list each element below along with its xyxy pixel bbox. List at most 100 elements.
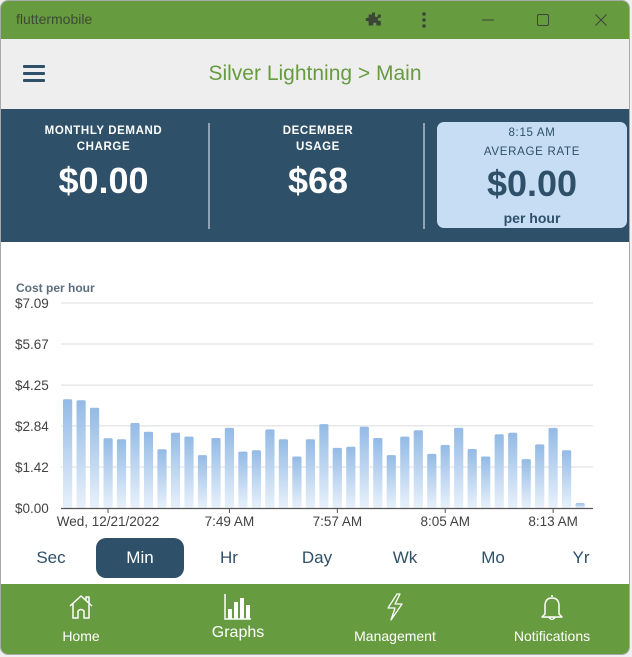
x-tick-label: 8:05 AM: [420, 514, 470, 529]
chart-bar[interactable]: [575, 503, 585, 508]
card-label: MONTHLY DEMAND: [44, 125, 163, 137]
more-options-icon[interactable]: [411, 1, 437, 39]
range-yr[interactable]: Yr: [541, 538, 621, 578]
chart-bar[interactable]: [359, 426, 369, 508]
divider: [208, 123, 210, 229]
y-tick-label: $2.84: [15, 419, 49, 434]
card-label: DECEMBER: [282, 125, 354, 137]
chart-svg: Cost per hour $7.09$5.67$4.25$2.84$1.42$…: [15, 281, 593, 529]
chart-bar[interactable]: [319, 424, 329, 508]
chart-bar[interactable]: [63, 399, 73, 508]
range-mo[interactable]: Mo: [453, 538, 533, 578]
chart-bar[interactable]: [535, 444, 545, 508]
chart-bar[interactable]: [157, 449, 167, 508]
chart-bar[interactable]: [427, 453, 437, 508]
chart-bar[interactable]: [76, 400, 86, 508]
range-sec[interactable]: Sec: [11, 538, 91, 578]
chart-bar[interactable]: [90, 407, 100, 508]
chart-bar[interactable]: [224, 427, 234, 508]
chart-bar[interactable]: [413, 430, 423, 508]
y-tick-label: $4.25: [15, 378, 49, 393]
time-range-selector: Sec Min Hr Day Wk Mo Yr: [1, 538, 629, 578]
card-label: AVERAGE RATE: [483, 146, 581, 158]
x-tick-label: 8:13 AM: [528, 514, 578, 529]
chart-bar[interactable]: [440, 445, 450, 508]
card-value: $68: [287, 160, 349, 201]
y-axis-label: Cost per hour: [16, 281, 95, 295]
lightning-icon: [387, 593, 403, 621]
chart-bar[interactable]: [211, 438, 221, 508]
card-value: $0.00: [58, 160, 149, 201]
nav-graphs[interactable]: Graphs: [178, 584, 298, 654]
card-time: 8:15 AM: [508, 127, 556, 139]
window-titlebar[interactable]: fluttermobile: [1, 1, 629, 39]
chart-bar[interactable]: [103, 438, 113, 508]
range-hr[interactable]: Hr: [189, 538, 269, 578]
monthly-demand-charge-card: MONTHLY DEMAND CHARGE $0.00: [1, 123, 206, 201]
chart-bar[interactable]: [562, 450, 572, 508]
home-icon: [69, 595, 93, 619]
close-icon[interactable]: [584, 1, 618, 39]
nav-label: Graphs: [211, 624, 265, 641]
y-tick-label: $1.42: [15, 460, 49, 475]
summary-panel: MONTHLY DEMAND CHARGE $0.00 DECEMBER USA…: [1, 109, 629, 242]
chart-bar[interactable]: [265, 429, 275, 508]
divider: [423, 123, 425, 229]
x-tick-label: 7:57 AM: [313, 514, 363, 529]
range-day[interactable]: Day: [277, 538, 357, 578]
nav-label: Home: [62, 628, 100, 644]
y-ticks: $7.09 $5.67 $4.25 $2.84 $1.42 $0.00: [15, 296, 49, 516]
chart-bar[interactable]: [197, 455, 208, 508]
summary-curve: [1, 230, 629, 242]
range-wk[interactable]: Wk: [365, 538, 445, 578]
nav-label: Notifications: [513, 628, 591, 644]
chart-bar[interactable]: [143, 431, 154, 508]
x-tick-label: Wed, 12/21/2022: [57, 514, 160, 529]
chart-bar[interactable]: [238, 451, 248, 508]
chart-bar[interactable]: [373, 438, 383, 508]
x-tick-label: 7:49 AM: [205, 514, 255, 529]
chart-bar[interactable]: [481, 456, 491, 509]
nav-label: Management: [354, 628, 436, 644]
window-title: fluttermobile: [16, 11, 93, 27]
chart-bar[interactable]: [494, 434, 504, 508]
chart-bar[interactable]: [467, 449, 477, 508]
chart-bar[interactable]: [521, 459, 531, 508]
chart-bar[interactable]: [170, 432, 181, 508]
bar-chart-icon: [224, 594, 251, 620]
minimize-icon[interactable]: [471, 1, 505, 39]
chart-bar[interactable]: [548, 427, 558, 508]
range-min[interactable]: Min: [96, 538, 184, 578]
chart-bar[interactable]: [454, 427, 464, 508]
chart-bar[interactable]: [386, 455, 396, 508]
chart-bar[interactable]: [305, 439, 315, 508]
chart-bar[interactable]: [508, 432, 518, 508]
maximize-icon[interactable]: [526, 1, 560, 39]
december-usage-card: DECEMBER USAGE $68: [213, 123, 423, 201]
chart-bar[interactable]: [251, 450, 261, 508]
y-tick-label: $0.00: [15, 501, 49, 516]
extensions-icon[interactable]: [361, 1, 387, 39]
cost-chart[interactable]: Cost per hour $7.09 $5.67 $4.25 $2.84 $1.42 $…: [1, 271, 601, 533]
nav-notifications[interactable]: Notifications: [492, 584, 612, 654]
bottom-navigation: Home Graphs Management Notifications: [1, 584, 629, 654]
chart-bar[interactable]: [332, 447, 342, 508]
y-tick-label: $5.67: [15, 337, 49, 352]
chart-bar[interactable]: [116, 439, 127, 508]
y-tick-label: $7.09: [15, 296, 49, 311]
chart-bar[interactable]: [278, 439, 288, 508]
app-bar: Silver Lightning > Main: [1, 39, 629, 109]
chart-bar[interactable]: [130, 423, 140, 508]
chart-bar[interactable]: [184, 436, 194, 508]
bars: [61, 399, 593, 510]
nav-home[interactable]: Home: [21, 584, 141, 654]
page-title: Silver Lightning > Main: [208, 62, 422, 85]
chart-bar[interactable]: [346, 446, 356, 508]
chart-bar[interactable]: [292, 456, 302, 509]
card-label: CHARGE: [76, 141, 131, 153]
bell-icon: [541, 595, 563, 621]
app-window: fluttermobile Silver Lightning > Main MO…: [0, 0, 630, 655]
nav-management[interactable]: Management: [335, 584, 455, 654]
average-rate-card: 8:15 AM AVERAGE RATE $0.00 per hour: [437, 122, 627, 228]
chart-bar[interactable]: [400, 436, 410, 508]
